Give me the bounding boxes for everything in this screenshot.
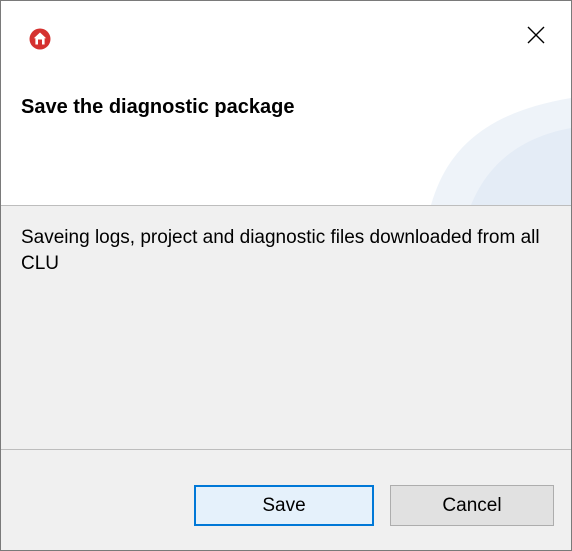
dialog-window: Save the diagnostic package Saveing logs… — [0, 0, 572, 551]
dialog-title: Save the diagnostic package — [21, 96, 295, 118]
cancel-button[interactable]: Cancel — [390, 485, 554, 526]
save-button[interactable]: Save — [194, 485, 374, 526]
dialog-body: Saveing logs, project and diagnostic fil… — [1, 206, 571, 449]
header-swoosh-decoration — [431, 98, 571, 205]
close-button[interactable] — [501, 1, 571, 73]
dialog-message: Saveing logs, project and diagnostic fil… — [21, 227, 540, 274]
home-icon — [29, 28, 51, 50]
dialog-header: Save the diagnostic package — [1, 73, 571, 206]
close-icon — [527, 26, 545, 49]
footer-divider — [1, 449, 571, 450]
title-bar — [1, 1, 571, 73]
